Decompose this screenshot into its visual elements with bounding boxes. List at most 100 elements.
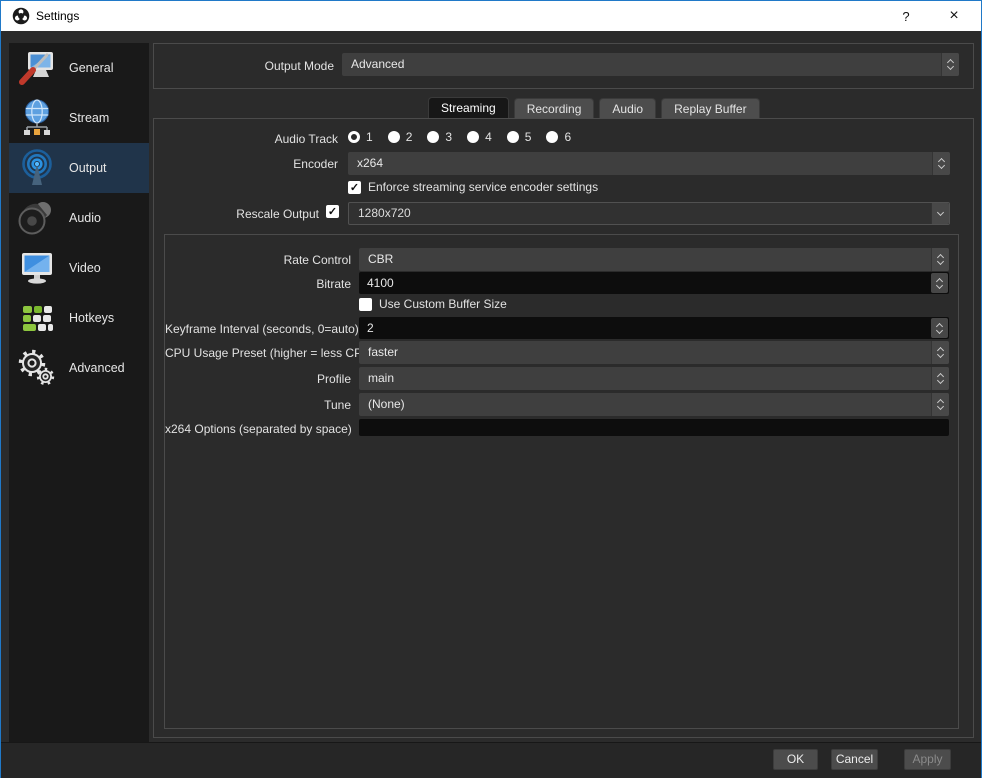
x264-options-label: x264 Options (separated by space) xyxy=(165,422,352,436)
radio-icon[interactable] xyxy=(467,131,480,143)
window-title: Settings xyxy=(36,9,80,23)
spinner-icon[interactable] xyxy=(941,53,959,76)
chevron-down-icon xyxy=(936,402,945,411)
rescale-output-label: Rescale Output xyxy=(236,207,319,221)
checkbox-icon[interactable]: ✓ xyxy=(359,297,372,311)
radio-label: 5 xyxy=(524,130,532,144)
encoder-label: Encoder xyxy=(293,157,338,171)
spinner-icon[interactable] xyxy=(931,273,948,293)
sidebar-item-label: Audio xyxy=(69,211,101,225)
bitrate-value: 4100 xyxy=(367,276,394,290)
chevron-down-icon xyxy=(936,257,945,266)
profile-select[interactable]: main xyxy=(359,367,949,390)
close-button[interactable]: × xyxy=(937,1,971,31)
radio-icon[interactable] xyxy=(506,131,519,143)
tab-audio[interactable]: Audio xyxy=(599,98,657,119)
x264-options-input[interactable] xyxy=(359,419,949,436)
spinner-icon[interactable] xyxy=(931,318,948,338)
enforce-encoder-settings-label: Enforce streaming service encoder settin… xyxy=(368,180,599,194)
titlebar[interactable]: Settings ? × xyxy=(1,1,981,31)
output-mode-section: Output Mode Advanced xyxy=(153,43,974,89)
tune-value: (None) xyxy=(368,397,405,411)
radio-icon[interactable] xyxy=(387,131,400,143)
spinner-icon[interactable] xyxy=(931,248,949,271)
output-mode-select[interactable]: Advanced xyxy=(342,53,959,76)
obs-logo-icon xyxy=(12,7,30,25)
rate-control-select[interactable]: CBR xyxy=(359,248,949,271)
profile-label: Profile xyxy=(316,372,351,386)
rescale-checkbox-icon[interactable]: ✓ xyxy=(326,205,339,218)
custom-buffer-checkbox-row[interactable]: ✓ Use Custom Buffer Size xyxy=(359,297,507,311)
ok-button[interactable]: OK xyxy=(773,749,818,770)
encoder-select[interactable]: x264 xyxy=(348,152,950,175)
audio-track-option-2[interactable]: 2 xyxy=(387,130,412,144)
radio-label: 1 xyxy=(366,130,373,144)
audio-track-option-1[interactable]: 1 xyxy=(348,130,373,144)
spinner-icon[interactable] xyxy=(931,367,949,390)
audio-icon xyxy=(18,202,51,235)
help-button[interactable]: ? xyxy=(889,1,923,31)
radio-icon[interactable] xyxy=(427,131,440,143)
streaming-tab-pane: Audio Track 1 2 3 4 5 6 Encoder x264 ✓ E… xyxy=(153,118,974,738)
encoder-value: x264 xyxy=(357,156,384,170)
chevron-down-icon xyxy=(936,376,945,385)
sidebar-item-audio[interactable]: Audio xyxy=(9,193,149,243)
radio-icon[interactable] xyxy=(348,131,360,143)
dropdown-icon[interactable] xyxy=(931,203,949,224)
tune-label: Tune xyxy=(324,398,351,412)
stream-icon xyxy=(24,99,50,135)
spinner-icon[interactable] xyxy=(932,152,950,175)
profile-value: main xyxy=(368,371,395,385)
sidebar-item-output[interactable]: Output xyxy=(9,143,149,193)
cpu-preset-label: CPU Usage Preset (higher = less CPU) xyxy=(165,346,375,360)
spinner-icon[interactable] xyxy=(931,341,949,364)
advanced-icon xyxy=(18,349,55,386)
keyframe-interval-label: Keyframe Interval (seconds, 0=auto) xyxy=(165,322,359,336)
audio-track-label: Audio Track xyxy=(274,132,338,146)
keyframe-interval-input[interactable]: 2 xyxy=(359,317,949,339)
chevron-down-icon xyxy=(936,350,945,359)
radio-icon[interactable] xyxy=(546,131,559,143)
audio-track-option-4[interactable]: 4 xyxy=(467,130,492,144)
output-mode-label: Output Mode xyxy=(264,59,334,73)
output-mode-value: Advanced xyxy=(351,57,405,71)
sidebar-item-general[interactable]: General xyxy=(9,43,149,93)
checkbox-icon[interactable]: ✓ xyxy=(348,180,361,194)
tab-recording[interactable]: Recording xyxy=(513,98,595,119)
output-tabbar: Streaming Recording Audio Replay Buffer xyxy=(428,97,760,119)
chevron-down-icon xyxy=(946,62,955,71)
sidebar-item-hotkeys[interactable]: Hotkeys xyxy=(9,293,149,343)
sidebar-item-video[interactable]: Video xyxy=(9,243,149,293)
radio-label: 6 xyxy=(564,130,572,144)
encoder-settings-group: Rate Control CBR Bitrate 4100 ✓ xyxy=(164,234,959,729)
sidebar-item-label: Hotkeys xyxy=(69,311,115,325)
enforce-encoder-settings-checkbox-row[interactable]: ✓ Enforce streaming service encoder sett… xyxy=(348,180,598,194)
audio-track-option-3[interactable]: 3 xyxy=(427,130,452,144)
rescale-resolution-value: 1280x720 xyxy=(358,206,411,220)
tab-replay-buffer[interactable]: Replay Buffer xyxy=(661,98,760,119)
chevron-down-icon xyxy=(937,161,946,170)
settings-sidebar: General Stream Output Audio Video Hotkey… xyxy=(9,43,149,742)
chevron-down-icon xyxy=(936,208,945,217)
audio-track-option-6[interactable]: 6 xyxy=(546,130,571,144)
rescale-resolution-select[interactable]: 1280x720 xyxy=(348,202,950,225)
rate-control-label: Rate Control xyxy=(283,253,351,267)
tab-streaming[interactable]: Streaming xyxy=(428,97,509,119)
radio-label: 4 xyxy=(485,130,492,144)
cancel-button[interactable]: Cancel xyxy=(831,749,878,770)
sidebar-item-stream[interactable]: Stream xyxy=(9,93,149,143)
audio-track-option-5[interactable]: 5 xyxy=(506,130,532,144)
hotkeys-icon xyxy=(23,306,53,331)
sidebar-item-label: General xyxy=(69,61,114,75)
apply-button[interactable]: Apply xyxy=(904,749,951,770)
sidebar-item-advanced[interactable]: Advanced xyxy=(9,343,149,393)
cpu-preset-select[interactable]: faster xyxy=(359,341,949,364)
spinner-icon[interactable] xyxy=(931,393,949,416)
video-icon xyxy=(22,253,52,284)
sidebar-item-label: Video xyxy=(69,261,101,275)
radio-label: 3 xyxy=(445,130,453,144)
tune-select[interactable]: (None) xyxy=(359,393,949,416)
bitrate-input[interactable]: 4100 xyxy=(359,272,949,294)
settings-window: Settings ? × General Stream Output Audio… xyxy=(0,0,982,778)
bitrate-label: Bitrate xyxy=(316,277,351,291)
